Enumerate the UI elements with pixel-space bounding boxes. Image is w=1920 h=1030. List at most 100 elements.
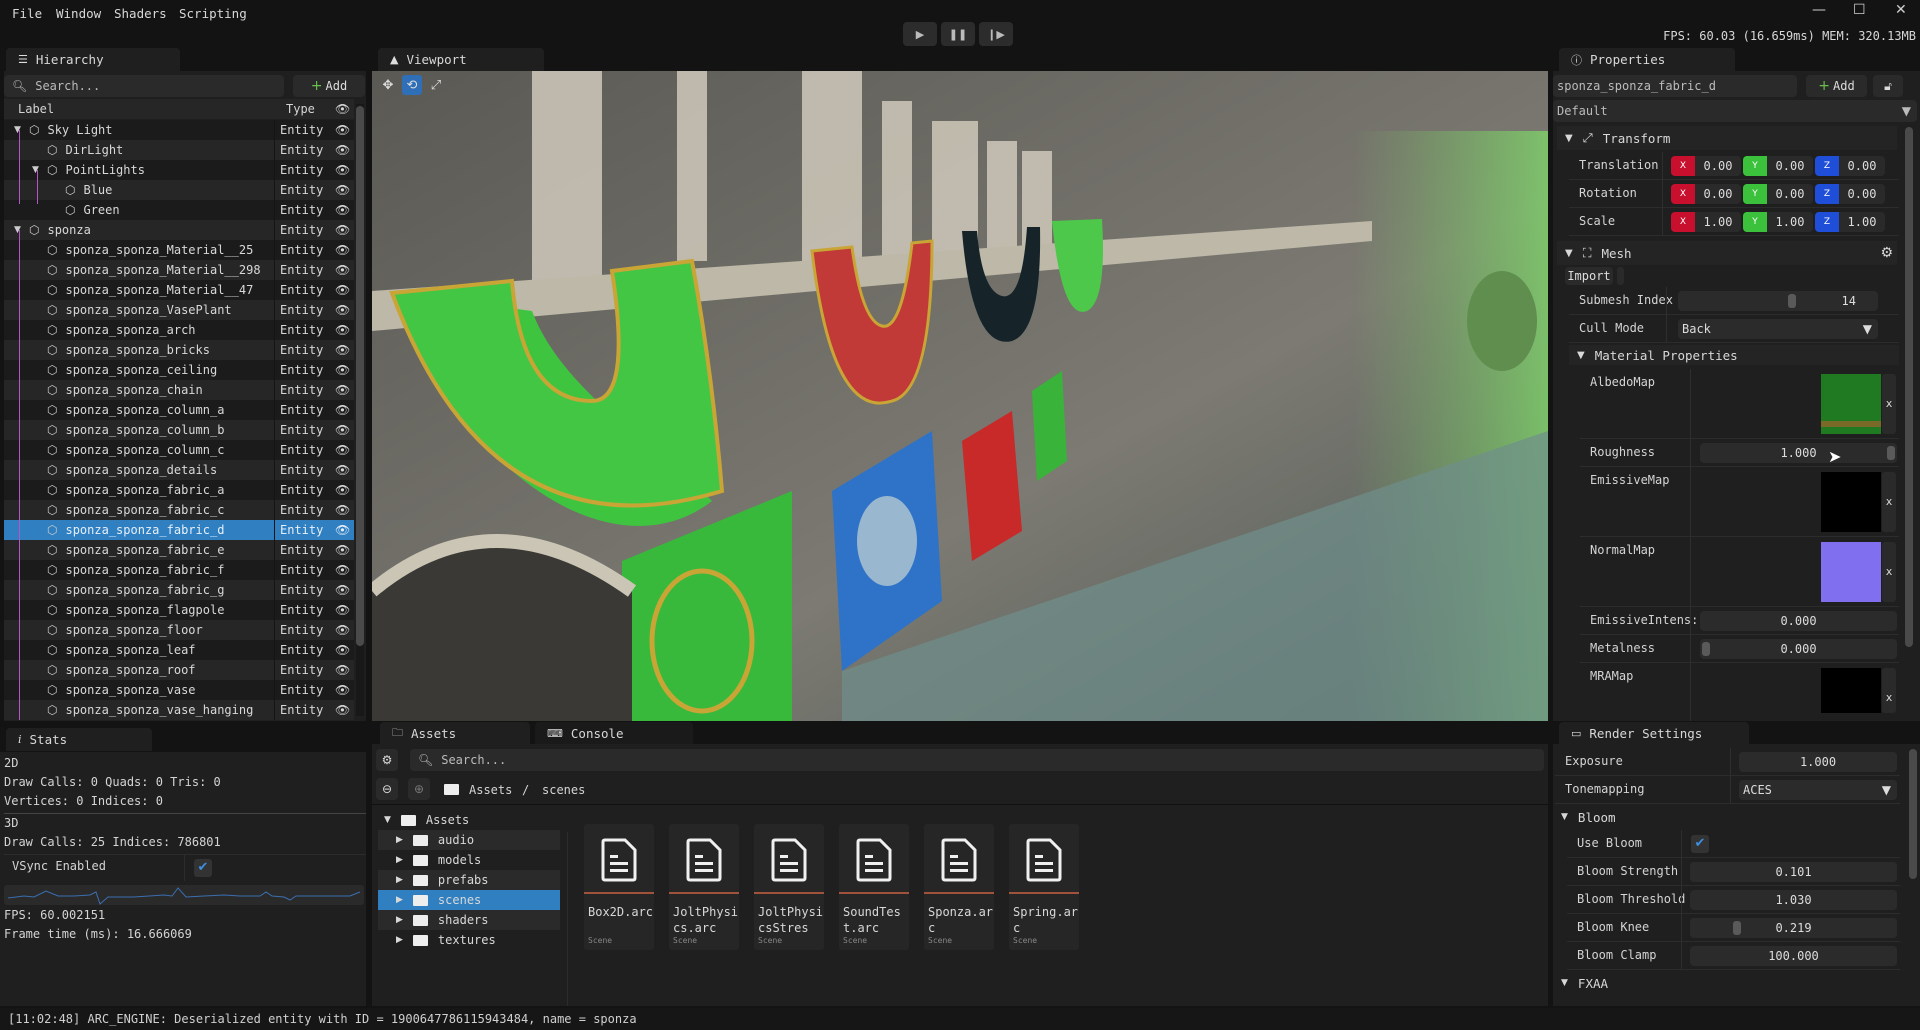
transform-z-input[interactable]: 0.00 — [1839, 184, 1885, 204]
expand-triangle-icon[interactable]: ▶ — [396, 855, 403, 865]
hierarchy-row[interactable]: ⬡ sponza_sponza_bricks Entity 👁︎ — [4, 340, 354, 360]
visibility-eye-icon[interactable]: 👁︎ — [335, 283, 350, 297]
expand-triangle-icon[interactable]: ▶ — [396, 935, 403, 945]
hierarchy-search-input[interactable]: 🔍︎ Search... — [4, 75, 284, 97]
tab-stats[interactable]: i Stats — [6, 728, 152, 751]
close-icon[interactable]: ✕ — [1895, 2, 1907, 18]
hierarchy-row[interactable]: ▼ ⬡ sponza Entity 👁︎ — [4, 220, 354, 240]
play-button[interactable]: ▶ — [903, 22, 937, 46]
axis-y-button[interactable]: Y — [1743, 184, 1767, 204]
hierarchy-row[interactable]: ⬡ sponza_sponza_vase_hanging Entity 👁︎ — [4, 700, 354, 720]
bloom-strength-slider[interactable]: 0.101 — [1690, 862, 1897, 882]
visibility-eye-icon[interactable]: 👁︎ — [335, 223, 350, 237]
hierarchy-row[interactable]: ⬡ sponza_sponza_VasePlant Entity 👁︎ — [4, 300, 354, 320]
hierarchy-row[interactable]: ⬡ sponza_sponza_arch Entity 👁︎ — [4, 320, 354, 340]
emissive-thumbnail[interactable] — [1821, 472, 1881, 532]
transform-y-input[interactable]: 0.00 — [1767, 156, 1813, 176]
visibility-eye-icon[interactable]: 👁︎ — [335, 423, 350, 437]
albedo-clear-button[interactable]: x — [1882, 374, 1896, 434]
forward-button[interactable]: ⊕ — [408, 778, 430, 800]
menu-scripting[interactable]: Scripting — [179, 6, 247, 21]
hierarchy-row[interactable]: ⬡ sponza_sponza_chain Entity 👁︎ — [4, 380, 354, 400]
col-label[interactable]: Label — [18, 102, 54, 116]
fxaa-header[interactable]: ▼ FXAA — [1561, 972, 1891, 994]
mra-clear-button[interactable]: x — [1882, 668, 1896, 713]
viewport-canvas[interactable]: ✥ ⟲ ⤢ — [372, 71, 1548, 721]
pause-button[interactable]: ❚❚ — [941, 22, 975, 46]
submesh-slider[interactable]: 14 — [1678, 291, 1878, 311]
material-header[interactable]: ▼ Material Properties — [1569, 345, 1899, 365]
tree-root-assets[interactable]: ▼ Assets — [384, 810, 469, 830]
menu-shaders[interactable]: Shaders — [114, 6, 167, 21]
visibility-eye-icon[interactable]: 👁︎ — [335, 563, 350, 577]
asset-file-card[interactable]: JoltPhysicsStres Scene — [754, 824, 824, 950]
add-entity-button[interactable]: + Add — [293, 75, 365, 97]
axis-z-button[interactable]: Z — [1815, 184, 1839, 204]
hierarchy-scrollbar[interactable] — [356, 104, 364, 716]
transform-y-input[interactable]: 0.00 — [1767, 184, 1813, 204]
visibility-eye-icon[interactable]: 👁︎ — [335, 383, 350, 397]
visibility-eye-icon[interactable]: 👁︎ — [335, 123, 350, 137]
tab-render-settings[interactable]: ▭ Render Settings — [1559, 722, 1749, 745]
hierarchy-row[interactable]: ⬡ sponza_sponza_roof Entity 👁︎ — [4, 660, 354, 680]
asset-file-card[interactable]: Sponza.arc Scene — [924, 824, 994, 950]
visibility-eye-icon[interactable]: 👁︎ — [335, 603, 350, 617]
transform-x-input[interactable]: 0.00 — [1695, 156, 1741, 176]
visibility-eye-icon[interactable]: 👁︎ — [335, 523, 350, 537]
lock-button[interactable]: 🔓︎ — [1873, 75, 1903, 97]
hierarchy-row[interactable]: ⬡ sponza_sponza_fabric_a Entity 👁︎ — [4, 480, 354, 500]
transform-x-input[interactable]: 1.00 — [1695, 212, 1741, 232]
hierarchy-row[interactable]: ⬡ sponza_sponza_flagpole Entity 👁︎ — [4, 600, 354, 620]
gear-icon[interactable]: ⚙ — [1880, 245, 1893, 261]
hierarchy-row[interactable]: ⬡ DirLight Entity 👁︎ — [4, 140, 354, 160]
import-path[interactable] — [1617, 267, 1624, 285]
folder-tree-item[interactable]: ▶ shaders — [378, 910, 560, 930]
hierarchy-row[interactable]: ⬡ Green Entity 👁︎ — [4, 200, 354, 220]
minimize-icon[interactable]: — — [1812, 2, 1826, 18]
visibility-eye-icon[interactable]: 👁︎ — [335, 203, 350, 217]
layer-dropdown[interactable]: Default ▼ — [1553, 100, 1917, 122]
slider-knob[interactable] — [1788, 294, 1796, 308]
visibility-eye-icon[interactable]: 👁︎ — [335, 463, 350, 477]
visibility-eye-icon[interactable]: 👁︎ — [335, 243, 350, 257]
transform-header[interactable]: ▼ ⤢ Transform — [1557, 126, 1897, 150]
visibility-eye-icon[interactable]: 👁︎ — [335, 343, 350, 357]
hierarchy-row[interactable]: ⬡ sponza_sponza_fabric_e Entity 👁︎ — [4, 540, 354, 560]
asset-file-card[interactable]: Spring.arc Scene — [1009, 824, 1079, 950]
step-button[interactable]: ❙▶ — [979, 22, 1013, 46]
hierarchy-row[interactable]: ▼ ⬡ PointLights Entity 👁︎ — [4, 160, 354, 180]
bloom-threshold-slider[interactable]: 1.030 — [1690, 890, 1897, 910]
hierarchy-row[interactable]: ⬡ sponza_sponza_Material__298 Entity 👁︎ — [4, 260, 354, 280]
hierarchy-row[interactable]: ⬡ sponza_sponza_fabric_f Entity 👁︎ — [4, 560, 354, 580]
tab-properties[interactable]: ⓘ Properties — [1559, 48, 1735, 71]
hierarchy-row[interactable]: ⬡ sponza_sponza_Material__47 Entity 👁︎ — [4, 280, 354, 300]
albedo-thumbnail[interactable] — [1821, 374, 1881, 434]
folder-tree-item[interactable]: ▶ prefabs — [378, 870, 560, 890]
hierarchy-row[interactable]: ⬡ sponza_sponza_floor Entity 👁︎ — [4, 620, 354, 640]
tab-viewport[interactable]: ▲ Viewport — [378, 48, 544, 71]
visibility-eye-icon[interactable]: 👁︎ — [335, 703, 350, 717]
hierarchy-row[interactable]: ⬡ sponza_sponza_column_a Entity 👁︎ — [4, 400, 354, 420]
hierarchy-row[interactable]: ⬡ sponza_sponza_details Entity 👁︎ — [4, 460, 354, 480]
axis-x-button[interactable]: X — [1671, 212, 1695, 232]
bloom-header[interactable]: ▼ Bloom — [1561, 806, 1891, 828]
normal-thumbnail[interactable] — [1821, 542, 1881, 602]
scale-tool-icon[interactable]: ⤢ — [426, 75, 446, 95]
tonemapping-dropdown[interactable]: ACES ▼ — [1739, 780, 1897, 800]
axis-y-button[interactable]: Y — [1743, 212, 1767, 232]
visibility-eye-icon[interactable]: 👁︎ — [335, 263, 350, 277]
normal-clear-button[interactable]: x — [1882, 542, 1896, 602]
expand-triangle-icon[interactable]: ▶ — [396, 895, 403, 905]
folder-tree-item[interactable]: ▶ scenes — [378, 890, 560, 910]
bloom-knee-slider[interactable]: 0.219 — [1690, 918, 1897, 938]
hierarchy-row[interactable]: ⬡ sponza_sponza_vase Entity 👁︎ — [4, 680, 354, 700]
menu-file[interactable]: File — [12, 6, 42, 21]
hierarchy-row[interactable]: ⬡ sponza_sponza_column_c Entity 👁︎ — [4, 440, 354, 460]
hierarchy-row[interactable]: ⬡ sponza_sponza_Material__25 Entity 👁︎ — [4, 240, 354, 260]
hierarchy-row[interactable]: ⬡ Blue Entity 👁︎ — [4, 180, 354, 200]
axis-x-button[interactable]: X — [1671, 156, 1695, 176]
axis-y-button[interactable]: Y — [1743, 156, 1767, 176]
transform-x-input[interactable]: 0.00 — [1695, 184, 1741, 204]
slider-knob[interactable] — [1733, 921, 1741, 935]
hierarchy-row[interactable]: ⬡ sponza_sponza_fabric_d Entity 👁︎ — [4, 520, 354, 540]
